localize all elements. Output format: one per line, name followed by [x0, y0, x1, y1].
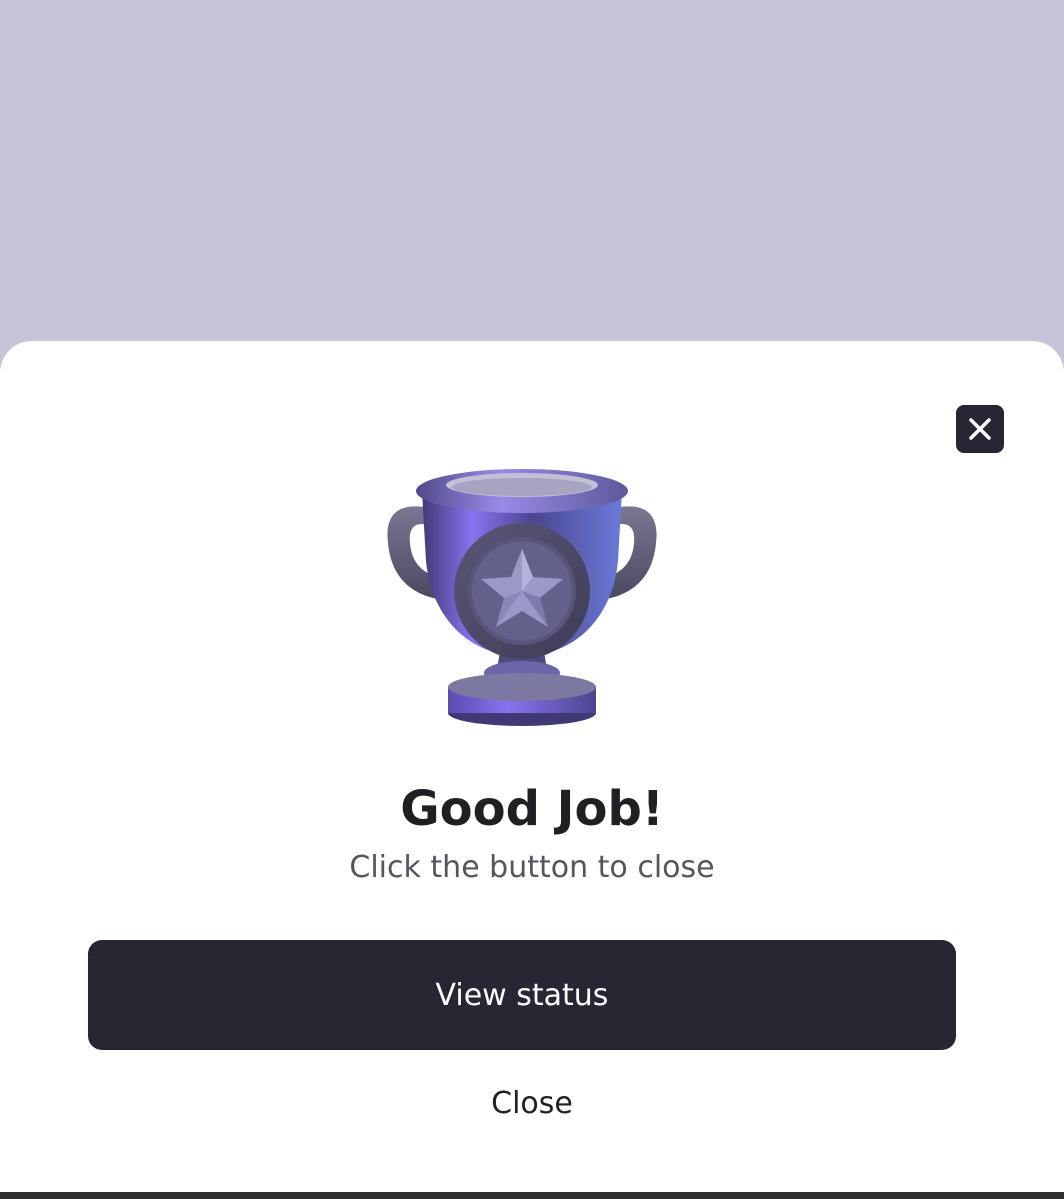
close-icon-button[interactable] [956, 405, 1004, 453]
modal-subtitle: Click the button to close [349, 850, 715, 885]
trophy-icon [387, 469, 657, 726]
bottom-edge-bar [0, 1192, 1064, 1199]
modal-title: Good Job! [400, 781, 664, 837]
view-status-button-label: View status [435, 977, 609, 1013]
view-status-button[interactable]: View status [88, 940, 956, 1050]
close-icon [969, 418, 991, 440]
close-button[interactable]: Close [420, 1082, 644, 1126]
bottom-sheet-modal: Good Job! Click the button to close View… [0, 341, 1064, 1193]
